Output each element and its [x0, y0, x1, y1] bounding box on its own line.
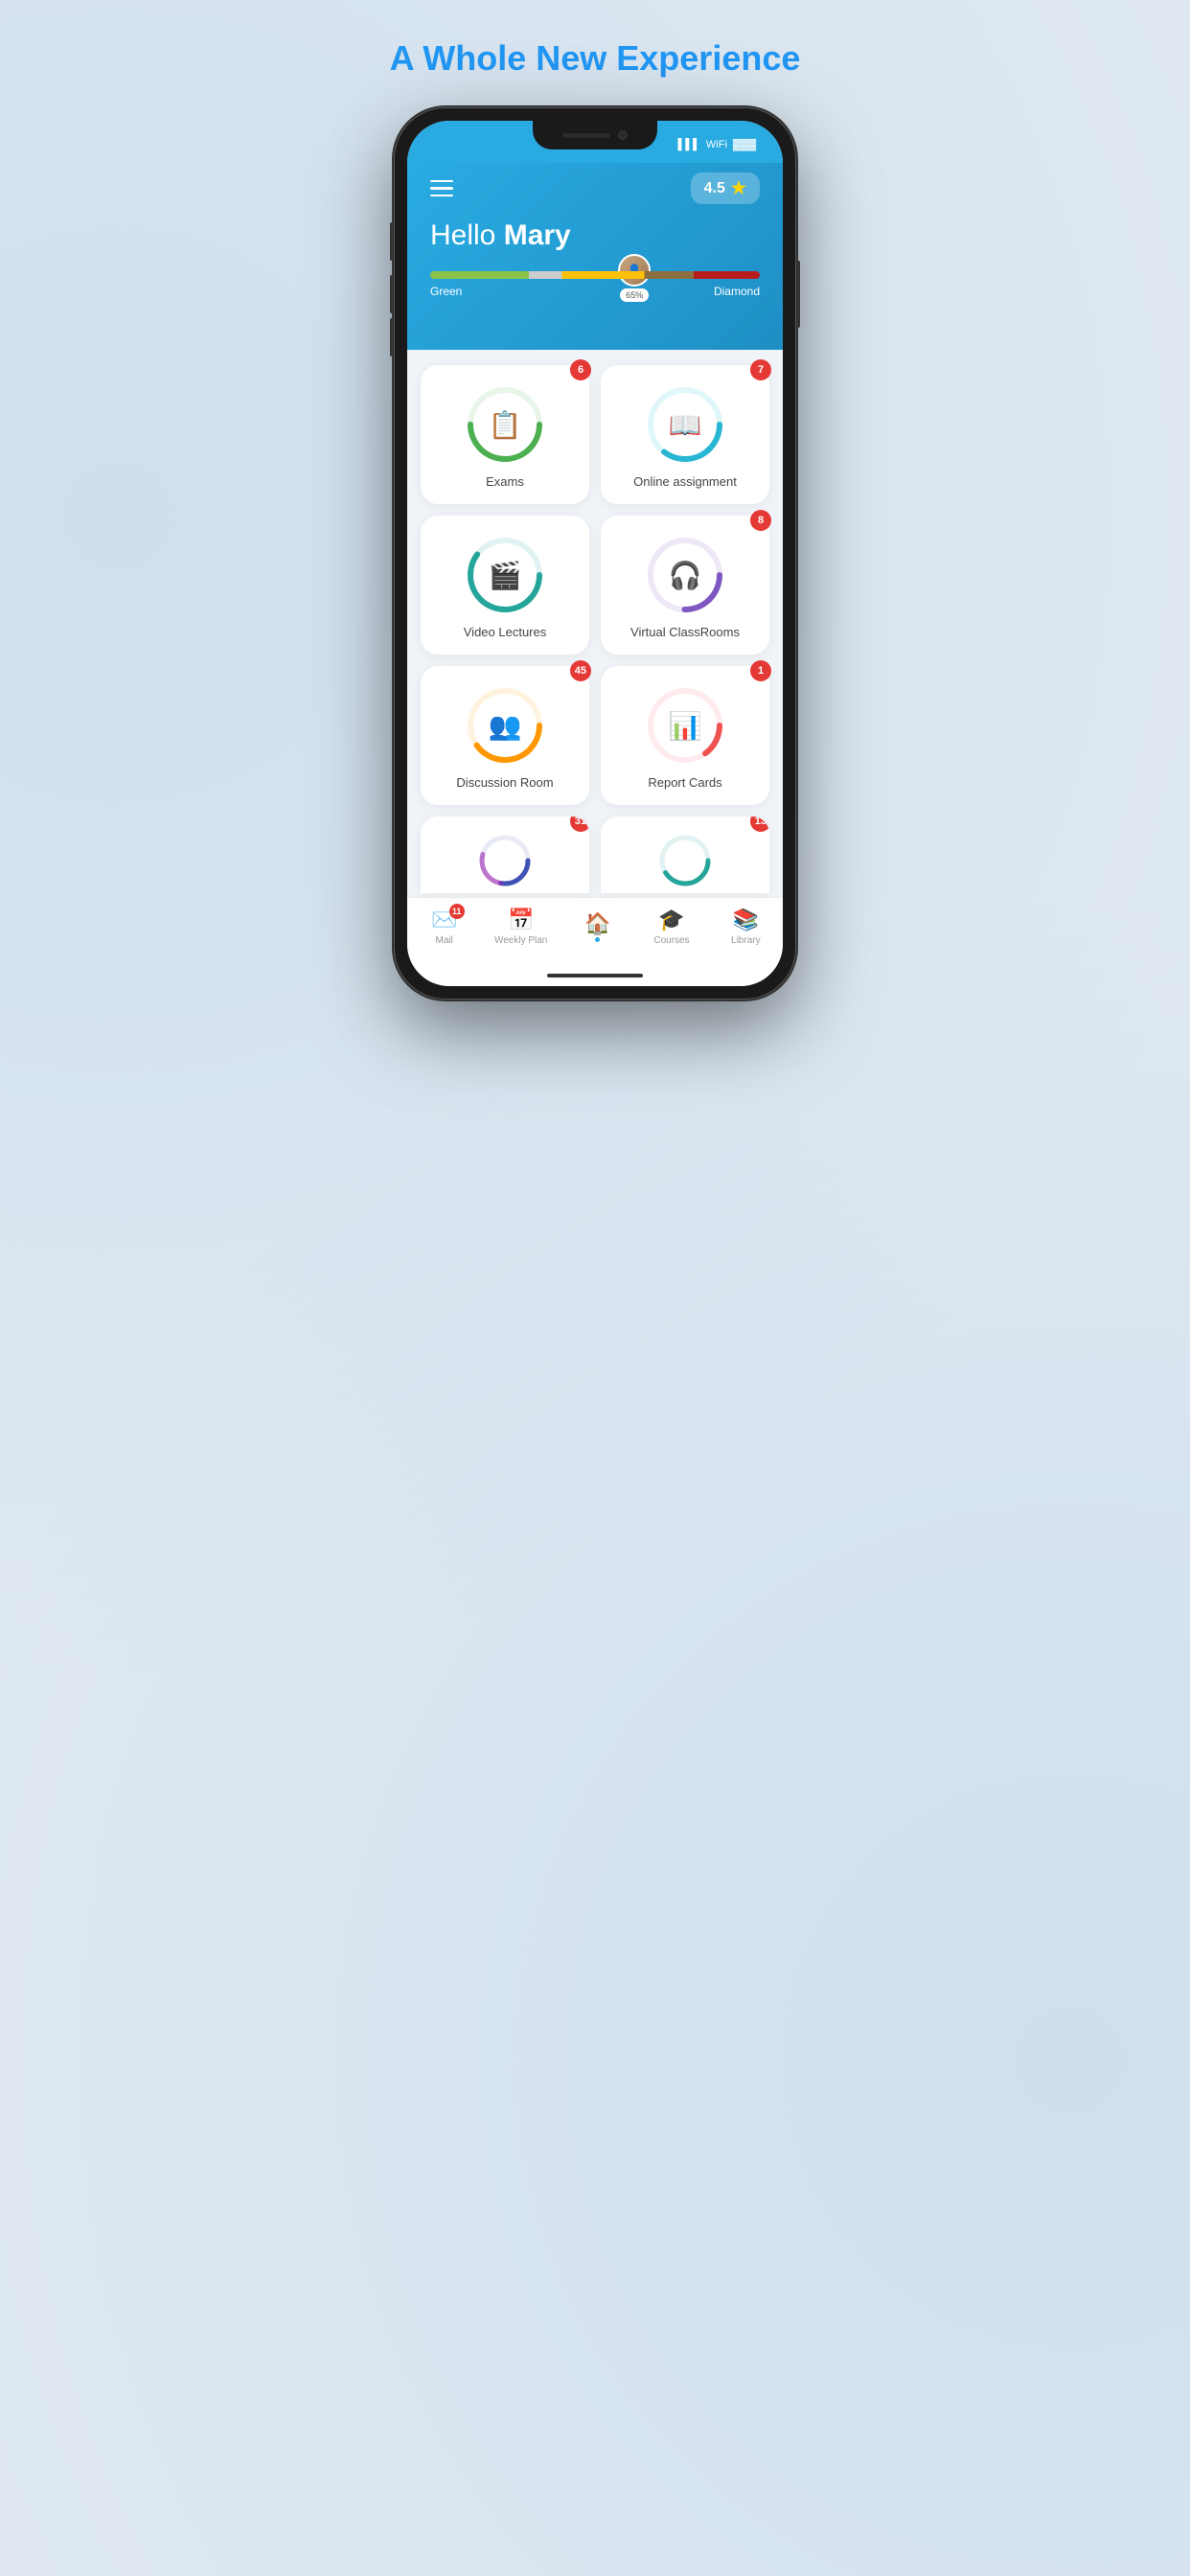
weekly-plan-label: Weekly Plan	[494, 935, 547, 946]
badge-report-cards: 1	[750, 660, 771, 681]
discussion-room-icon-wrapper: 👥	[465, 685, 545, 766]
weekly-plan-icon: 📅	[508, 908, 534, 932]
main-grid: 6 📋 Exams 7	[421, 365, 769, 805]
courses-icon: 🎓	[658, 908, 684, 932]
badge-partial-1: 31	[570, 816, 589, 832]
headline-prefix: A Whole New	[390, 38, 617, 78]
hamburger-line-1	[430, 180, 453, 183]
page-wrapper: A Whole New Experience ▌▌▌ WiFi ▓▓▓	[327, 38, 863, 1000]
mail-label: Mail	[435, 935, 452, 946]
online-assignment-icon: 📖	[669, 409, 702, 441]
card-exams[interactable]: 6 📋 Exams	[421, 365, 589, 504]
notch-camera	[618, 130, 628, 140]
headline-highlight: Experience	[616, 38, 800, 78]
exams-label: Exams	[486, 474, 524, 489]
rating-value: 4.5	[704, 180, 725, 197]
home-bar	[547, 974, 643, 978]
badge-exams: 6	[570, 359, 591, 380]
nav-item-weekly-plan[interactable]: 📅 Weekly Plan	[494, 908, 547, 946]
bottom-nav: 11 ✉️ Mail 📅 Weekly Plan 🏠 🎓 Courses	[407, 897, 783, 965]
nav-item-courses[interactable]: 🎓 Courses	[648, 908, 696, 946]
badge-partial-2: 13	[750, 816, 769, 832]
signal-icon: ▌▌▌	[678, 139, 700, 150]
nav-item-home[interactable]: 🏠	[574, 911, 622, 942]
phone-frame: ▌▌▌ WiFi ▓▓▓ 4.5 ★	[394, 107, 796, 1000]
rating-star-icon: ★	[731, 178, 746, 198]
notch	[533, 121, 657, 150]
partial-card-1[interactable]: 31	[421, 816, 589, 893]
notch-speaker	[562, 133, 610, 138]
discussion-room-icon: 👥	[489, 710, 522, 742]
video-lectures-icon-wrapper: 🎬	[465, 535, 545, 615]
partial-card-2[interactable]: 13	[601, 816, 769, 893]
phone-screen: ▌▌▌ WiFi ▓▓▓ 4.5 ★	[407, 121, 783, 986]
badge-online-assignment: 7	[750, 359, 771, 380]
hamburger-menu-button[interactable]	[430, 180, 453, 197]
report-cards-label: Report Cards	[648, 775, 721, 790]
progress-bar	[430, 271, 760, 279]
exams-icon-wrapper: 📋	[465, 384, 545, 465]
card-video-lectures[interactable]: 🎬 Video Lectures	[421, 516, 589, 655]
card-online-assignment[interactable]: 7 📖 Online assignment	[601, 365, 769, 504]
online-assignment-icon-wrapper: 📖	[645, 384, 725, 465]
header-top: 4.5 ★	[430, 172, 760, 204]
home-active-dot	[595, 937, 600, 942]
partial-ring-2	[656, 832, 714, 889]
progress-end: Diamond	[714, 285, 760, 298]
video-lectures-label: Video Lectures	[464, 625, 547, 639]
badge-virtual-classrooms: 8	[750, 510, 771, 531]
video-lectures-icon: 🎬	[489, 560, 522, 591]
hamburger-line-3	[430, 195, 453, 197]
card-virtual-classrooms[interactable]: 8 🎧 Virtual ClassRooms	[601, 516, 769, 655]
wifi-icon: WiFi	[706, 139, 727, 150]
virtual-classrooms-icon: 🎧	[669, 560, 702, 591]
greeting: Hello Mary	[430, 219, 760, 252]
progress-container: 👤 65% Green Diamond	[430, 271, 760, 321]
progress-percent: 65%	[620, 288, 649, 302]
discussion-room-label: Discussion Room	[456, 775, 553, 790]
avatar: 👤	[618, 254, 651, 287]
battery-icon: ▓▓▓	[733, 139, 756, 150]
report-cards-icon: 📊	[669, 710, 702, 742]
card-discussion-room[interactable]: 45 👥 Discussion Room	[421, 666, 589, 805]
status-icons: ▌▌▌ WiFi ▓▓▓	[678, 139, 756, 150]
page-headline: A Whole New Experience	[390, 38, 801, 79]
virtual-classrooms-icon-wrapper: 🎧	[645, 535, 725, 615]
greeting-name: Mary	[504, 219, 571, 251]
partial-row: 31 13	[421, 816, 769, 893]
rating-badge: 4.5 ★	[691, 172, 760, 204]
badge-discussion-room: 45	[570, 660, 591, 681]
nav-item-mail[interactable]: 11 ✉️ Mail	[421, 908, 469, 946]
app-content: 6 📋 Exams 7	[407, 350, 783, 893]
home-icon: 🏠	[584, 911, 610, 936]
library-label: Library	[731, 935, 761, 946]
mail-nav-badge: 11	[449, 904, 465, 919]
virtual-classrooms-label: Virtual ClassRooms	[630, 625, 740, 639]
library-icon: 📚	[733, 908, 759, 932]
app-header: 4.5 ★ Hello Mary 👤 65% Green Diamond	[407, 163, 783, 350]
courses-label: Courses	[653, 935, 689, 946]
partial-ring-1	[476, 832, 534, 889]
progress-labels: Green Diamond	[430, 285, 760, 298]
nav-item-library[interactable]: 📚 Library	[721, 908, 769, 946]
report-cards-icon-wrapper: 📊	[645, 685, 725, 766]
card-report-cards[interactable]: 1 📊 Report Cards	[601, 666, 769, 805]
greeting-prefix: Hello	[430, 219, 504, 251]
online-assignment-label: Online assignment	[633, 474, 737, 489]
exams-icon: 📋	[489, 409, 522, 441]
home-indicator	[407, 965, 783, 986]
hamburger-line-2	[430, 187, 453, 190]
progress-start: Green	[430, 285, 462, 298]
